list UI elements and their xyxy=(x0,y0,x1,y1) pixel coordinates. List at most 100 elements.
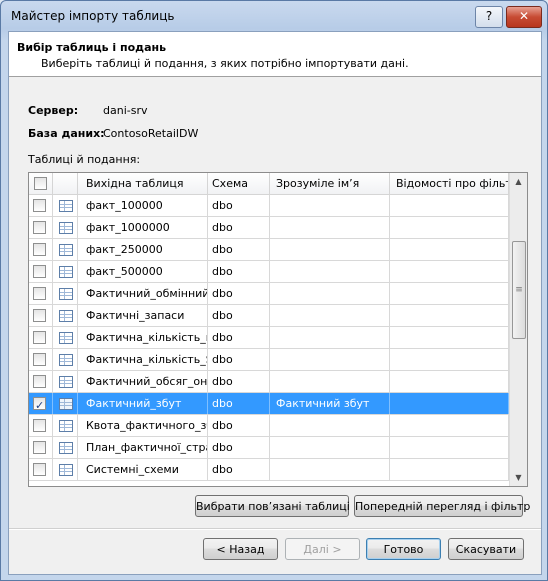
row-checkbox-cell[interactable] xyxy=(29,305,53,326)
cell-schema[interactable]: dbo xyxy=(208,371,270,392)
tables-grid[interactable]: Вихідна таблиця Схема Зрозуміле ім’я Від… xyxy=(28,172,528,487)
row-checkbox-cell[interactable] xyxy=(29,195,53,216)
cell-friendly-name[interactable] xyxy=(270,349,390,370)
row-checkbox[interactable] xyxy=(33,375,46,388)
cell-filter-details[interactable] xyxy=(390,261,509,282)
cell-schema[interactable]: dbo xyxy=(208,327,270,348)
table-row[interactable]: факт_500000 dbo xyxy=(29,261,509,283)
row-checkbox[interactable] xyxy=(33,199,46,212)
cell-friendly-name[interactable] xyxy=(270,239,390,260)
cell-schema[interactable]: dbo xyxy=(208,261,270,282)
table-row[interactable]: Фактичний_обмінний_курсdbo xyxy=(29,283,509,305)
cell-friendly-name[interactable] xyxy=(270,371,390,392)
cell-source-table[interactable]: План_фактичної_стратегії xyxy=(78,437,208,458)
row-checkbox-cell[interactable] xyxy=(29,415,53,436)
scrollbar-thumb[interactable]: ≡ xyxy=(512,241,526,339)
row-checkbox-cell[interactable] xyxy=(29,261,53,282)
table-row[interactable]: План_фактичної_стратегіїdbo xyxy=(29,437,509,459)
chevron-up-icon[interactable]: ▲ xyxy=(510,173,527,190)
column-schema[interactable]: Схема xyxy=(208,173,270,194)
row-checkbox[interactable] xyxy=(33,331,46,344)
close-icon[interactable]: ✕ xyxy=(506,6,542,28)
row-checkbox[interactable] xyxy=(33,309,46,322)
cell-filter-details[interactable] xyxy=(390,437,509,458)
cell-filter-details[interactable] xyxy=(390,349,509,370)
row-checkbox-cell[interactable] xyxy=(29,371,53,392)
cell-schema[interactable]: dbo xyxy=(208,217,270,238)
cell-filter-details[interactable] xyxy=(390,371,509,392)
cell-source-table[interactable]: Фактичний_обмінний_курс xyxy=(78,283,208,304)
cell-filter-details[interactable] xyxy=(390,305,509,326)
cell-filter-details[interactable] xyxy=(390,195,509,216)
header-checkbox-cell[interactable] xyxy=(29,173,53,194)
cell-friendly-name[interactable] xyxy=(270,217,390,238)
table-row[interactable]: Фактичні_запаси dbo xyxy=(29,305,509,327)
cell-source-table[interactable]: факт_250000 xyxy=(78,239,208,260)
cell-filter-details[interactable] xyxy=(390,283,509,304)
cell-schema[interactable]: dbo xyxy=(208,459,270,480)
cell-source-table[interactable]: факт_1000000 xyxy=(78,217,208,238)
cell-source-table[interactable]: Квота_фактичного_збуту xyxy=(78,415,208,436)
row-checkbox[interactable] xyxy=(33,395,46,414)
cell-source-table[interactable]: Фактичний_збут xyxy=(78,393,208,414)
row-checkbox-cell[interactable] xyxy=(29,217,53,238)
cell-source-table[interactable]: факт_100000 xyxy=(78,195,208,216)
cell-friendly-name[interactable] xyxy=(270,305,390,326)
cell-filter-details[interactable] xyxy=(390,239,509,260)
table-row[interactable]: факт_250000 dbo xyxy=(29,239,509,261)
cell-schema[interactable]: dbo xyxy=(208,239,270,260)
select-all-checkbox[interactable] xyxy=(34,177,47,190)
column-filter-details[interactable]: Відомості про фільтр xyxy=(390,173,509,194)
cell-schema[interactable]: dbo xyxy=(208,305,270,326)
row-checkbox-cell[interactable] xyxy=(29,327,53,348)
cell-filter-details[interactable] xyxy=(390,217,509,238)
cell-source-table[interactable]: Фактична_кількість_SLA xyxy=(78,349,208,370)
cell-source-table[interactable]: Системні_схеми xyxy=(78,459,208,480)
table-row[interactable]: Фактичний_збутdboФактичний збут xyxy=(29,393,509,415)
row-checkbox[interactable] xyxy=(33,419,46,432)
cell-source-table[interactable]: факт_500000 xyxy=(78,261,208,282)
cell-friendly-name[interactable] xyxy=(270,283,390,304)
cell-filter-details[interactable] xyxy=(390,415,509,436)
row-checkbox-cell[interactable] xyxy=(29,437,53,458)
cell-friendly-name[interactable] xyxy=(270,261,390,282)
row-checkbox-cell[interactable] xyxy=(29,283,53,304)
row-checkbox-cell[interactable] xyxy=(29,393,53,414)
row-checkbox[interactable] xyxy=(33,353,46,366)
cell-friendly-name[interactable] xyxy=(270,415,390,436)
cell-filter-details[interactable] xyxy=(390,327,509,348)
row-checkbox-cell[interactable] xyxy=(29,349,53,370)
cell-filter-details[interactable] xyxy=(390,459,509,480)
table-row[interactable]: Системні_схеми dbo xyxy=(29,459,509,481)
cell-friendly-name[interactable]: Фактичний збут xyxy=(270,393,390,414)
preview-filter-button[interactable]: Попередній перегляд і фільтр xyxy=(354,495,530,517)
cell-friendly-name[interactable] xyxy=(270,437,390,458)
select-related-button[interactable]: Вибрати пов’язані таблиці xyxy=(195,495,350,517)
row-checkbox[interactable] xyxy=(33,441,46,454)
table-row[interactable]: факт_1000000 dbo xyxy=(29,217,509,239)
cell-schema[interactable]: dbo xyxy=(208,349,270,370)
cell-schema[interactable]: dbo xyxy=(208,283,270,304)
cell-friendly-name[interactable] xyxy=(270,327,390,348)
row-checkbox[interactable] xyxy=(33,243,46,256)
cell-filter-details[interactable] xyxy=(390,393,509,414)
row-checkbox[interactable] xyxy=(33,463,46,476)
table-row[interactable]: Фактична_кількість_комплектівdbo xyxy=(29,327,509,349)
cell-schema[interactable]: dbo xyxy=(208,393,270,414)
column-source-table[interactable]: Вихідна таблиця xyxy=(78,173,208,194)
table-row[interactable]: Фактична_кількість_SLAdbo xyxy=(29,349,509,371)
cell-source-table[interactable]: Фактичний_обсяг_онлайн xyxy=(78,371,208,392)
table-row[interactable]: Квота_фактичного_збутуdbo xyxy=(29,415,509,437)
column-friendly-name[interactable]: Зрозуміле ім’я xyxy=(270,173,390,194)
back-button[interactable]: < Назад xyxy=(203,538,278,560)
cell-friendly-name[interactable] xyxy=(270,195,390,216)
help-icon[interactable]: ? xyxy=(475,6,503,28)
row-checkbox-cell[interactable] xyxy=(29,239,53,260)
row-checkbox[interactable] xyxy=(33,265,46,278)
next-button[interactable]: Далі > xyxy=(285,538,360,560)
cell-friendly-name[interactable] xyxy=(270,459,390,480)
cell-source-table[interactable]: Фактична_кількість_комплектів xyxy=(78,327,208,348)
row-checkbox[interactable] xyxy=(33,221,46,234)
row-checkbox-cell[interactable] xyxy=(29,459,53,480)
finish-button[interactable]: Готово xyxy=(366,538,441,560)
